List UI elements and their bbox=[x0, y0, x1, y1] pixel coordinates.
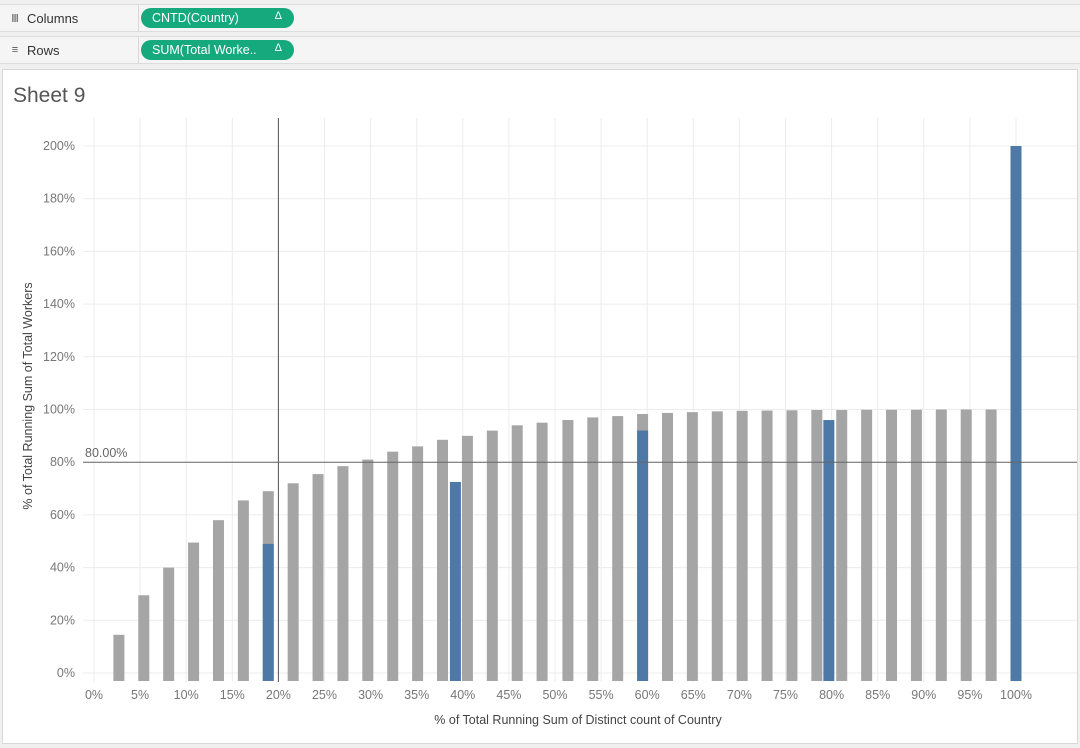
y-tick-label: 160% bbox=[43, 244, 75, 258]
grey-bar[interactable] bbox=[287, 483, 299, 681]
grey-bar[interactable] bbox=[711, 411, 723, 681]
y-tick-label: 180% bbox=[43, 192, 75, 206]
grey-bar[interactable] bbox=[437, 439, 449, 681]
worksheet: Sheet 9 80.00% 0% 20% 40% 60% 80% 100% 120% 140%… bbox=[2, 69, 1078, 744]
blue-bar[interactable] bbox=[262, 543, 274, 681]
y-tick-label: 140% bbox=[43, 297, 75, 311]
y-axis-title: % of Total Running Sum of Total Workers bbox=[21, 282, 35, 509]
grey-bar[interactable] bbox=[985, 409, 997, 682]
blue-bar[interactable] bbox=[637, 430, 649, 681]
grey-bar[interactable] bbox=[486, 430, 498, 681]
grey-bar[interactable] bbox=[163, 567, 175, 681]
y-tick-label: 80% bbox=[50, 455, 75, 469]
columns-shelf-label: Ⅲ Columns bbox=[0, 5, 139, 31]
columns-pill-label: CNTD(Country) bbox=[152, 11, 239, 25]
x-tick-label: 75% bbox=[773, 688, 798, 702]
grey-bar[interactable] bbox=[387, 451, 399, 681]
grey-bar[interactable] bbox=[312, 474, 324, 681]
grey-bar[interactable] bbox=[237, 500, 249, 681]
reference-line-label: 80.00% bbox=[85, 446, 127, 460]
grey-bar[interactable] bbox=[188, 542, 200, 681]
grey-bar[interactable] bbox=[113, 634, 125, 681]
blue-bar[interactable] bbox=[449, 481, 461, 681]
grey-bar[interactable] bbox=[836, 410, 848, 681]
grey-bar[interactable] bbox=[511, 425, 523, 681]
grey-bar[interactable] bbox=[786, 410, 798, 681]
grey-bar[interactable] bbox=[612, 416, 624, 681]
y-tick-label: 0% bbox=[57, 666, 75, 680]
x-tick-label: 30% bbox=[358, 688, 383, 702]
x-tick-label: 90% bbox=[911, 688, 936, 702]
x-tick-label: 25% bbox=[312, 688, 337, 702]
grey-bar[interactable] bbox=[661, 412, 673, 681]
delta-icon: Δ bbox=[274, 42, 282, 54]
grey-bar[interactable] bbox=[587, 417, 599, 681]
grey-bar[interactable] bbox=[910, 409, 922, 681]
x-tick-label: 20% bbox=[266, 688, 291, 702]
pareto-bar-chart[interactable]: 80.00% 0% 20% 40% 60% 80% 100% 120% 140% 160% 180%… bbox=[3, 70, 1077, 743]
columns-label: Columns bbox=[27, 10, 79, 26]
grey-bar[interactable] bbox=[362, 459, 374, 681]
grey-bar[interactable] bbox=[412, 446, 424, 681]
columns-shelf: Ⅲ Columns CNTD(Country) Δ bbox=[0, 4, 1080, 32]
grey-bar[interactable] bbox=[461, 435, 473, 681]
x-tick-label: 45% bbox=[496, 688, 521, 702]
grey-bar[interactable] bbox=[861, 409, 873, 681]
x-tick-label: 65% bbox=[681, 688, 706, 702]
y-tick-label: 100% bbox=[43, 403, 75, 417]
grey-bar[interactable] bbox=[736, 410, 748, 681]
grey-bar[interactable] bbox=[761, 410, 773, 681]
rows-icon: ≡ bbox=[11, 44, 19, 56]
grey-bar[interactable] bbox=[686, 412, 698, 681]
columns-icon: Ⅲ bbox=[11, 12, 19, 25]
x-tick-label: 10% bbox=[174, 688, 199, 702]
x-tick-label: 100% bbox=[1000, 688, 1032, 702]
rows-shelf-label: ≡ Rows bbox=[0, 37, 139, 63]
y-tick-label: 20% bbox=[50, 613, 75, 627]
rows-pill-sum-total-workers[interactable]: SUM(Total Worke.. Δ bbox=[141, 40, 294, 60]
y-tick-label: 60% bbox=[50, 508, 75, 522]
columns-pill-cntd-country[interactable]: CNTD(Country) Δ bbox=[141, 8, 294, 28]
delta-icon: Δ bbox=[274, 10, 282, 22]
x-tick-label: 40% bbox=[450, 688, 475, 702]
x-tick-label: 15% bbox=[220, 688, 245, 702]
x-tick-label: 35% bbox=[404, 688, 429, 702]
x-tick-label: 80% bbox=[819, 688, 844, 702]
rows-label: Rows bbox=[27, 42, 60, 58]
grey-bar[interactable] bbox=[337, 466, 349, 681]
x-tick-label: 55% bbox=[589, 688, 614, 702]
x-tick-label: 85% bbox=[865, 688, 890, 702]
grey-bar[interactable] bbox=[811, 410, 823, 681]
x-tick-label: 0% bbox=[85, 688, 103, 702]
y-tick-label: 40% bbox=[50, 561, 75, 575]
grey-bar[interactable] bbox=[138, 595, 150, 681]
x-tick-label: 70% bbox=[727, 688, 752, 702]
grey-bar[interactable] bbox=[886, 409, 898, 681]
rows-pill-label: SUM(Total Worke.. bbox=[152, 43, 257, 57]
blue-bar[interactable] bbox=[1010, 146, 1022, 681]
grey-bar[interactable] bbox=[536, 422, 548, 681]
x-tick-label: 95% bbox=[957, 688, 982, 702]
grey-bar[interactable] bbox=[212, 520, 224, 681]
x-axis-title: % of Total Running Sum of Distinct count… bbox=[434, 713, 722, 727]
rows-shelf: ≡ Rows SUM(Total Worke.. Δ bbox=[0, 36, 1080, 64]
x-tick-label: 5% bbox=[131, 688, 149, 702]
x-tick-label: 50% bbox=[542, 688, 567, 702]
grey-bar[interactable] bbox=[562, 420, 574, 681]
grey-bar[interactable] bbox=[935, 409, 947, 682]
blue-bar[interactable] bbox=[823, 420, 835, 681]
x-tick-label: 60% bbox=[635, 688, 660, 702]
grey-bar[interactable] bbox=[960, 409, 972, 682]
y-tick-label: 120% bbox=[43, 350, 75, 364]
y-tick-label: 200% bbox=[43, 139, 75, 153]
